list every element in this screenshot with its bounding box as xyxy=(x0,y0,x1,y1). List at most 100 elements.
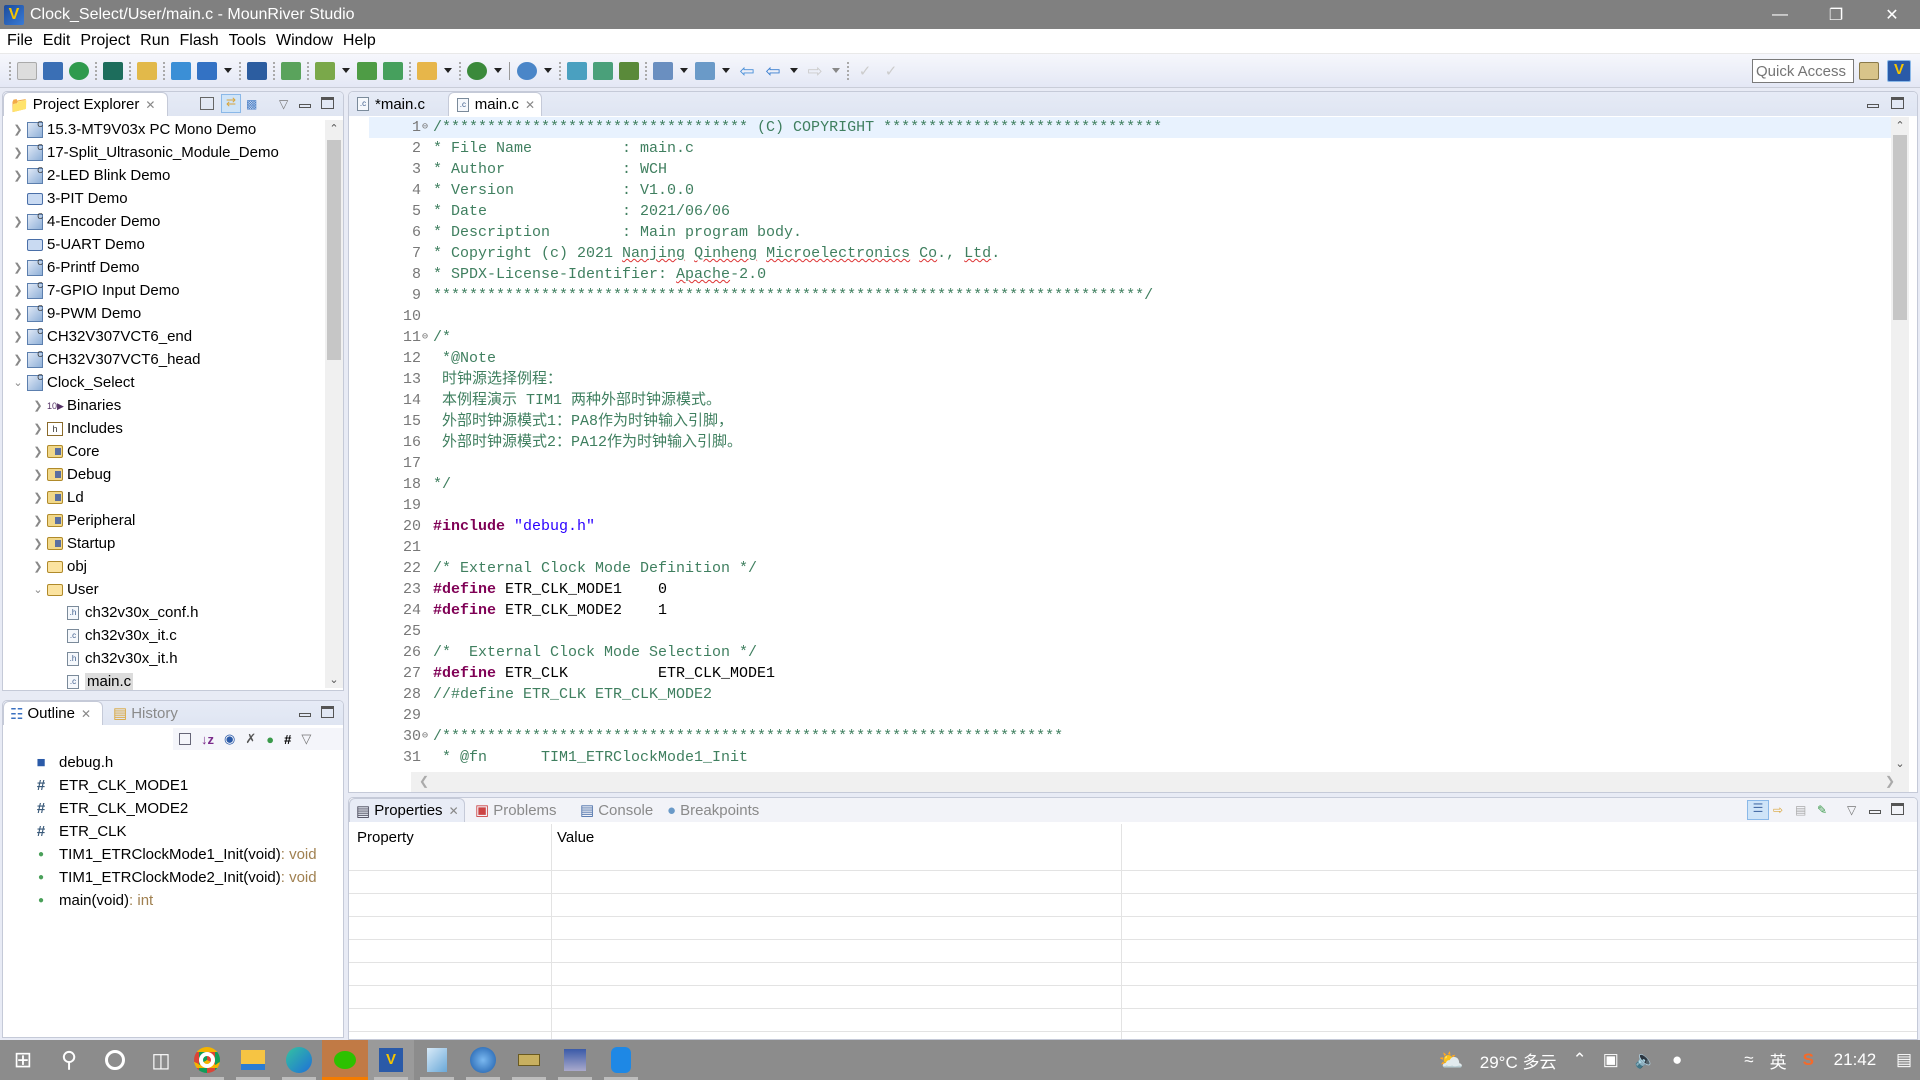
volume-icon[interactable]: 🔈 xyxy=(1635,1050,1656,1070)
chevron-right-icon[interactable]: ❯ xyxy=(31,468,45,481)
scroll-up-icon[interactable]: ⌃ xyxy=(325,122,343,135)
outline-item[interactable]: ■ debug.h xyxy=(33,751,113,774)
code-line[interactable]: 2 * File Name : main.c xyxy=(369,138,1891,159)
search-button[interactable]: ⚲ xyxy=(46,1040,92,1080)
taskbar-serial-tool[interactable] xyxy=(506,1040,552,1080)
menu-window[interactable]: Window xyxy=(276,32,333,50)
chevron-right-icon[interactable]: ❯ xyxy=(11,307,25,320)
scrollbar-thumb[interactable] xyxy=(327,140,341,360)
mounriver-perspective-icon[interactable]: V xyxy=(1887,60,1911,82)
maximize-view-icon[interactable] xyxy=(321,706,334,721)
tree-item[interactable]: ❯ Debug xyxy=(31,463,111,486)
editor-horizontal-scrollbar[interactable]: ❮ ❯ xyxy=(411,772,1909,792)
code-line[interactable]: 17 xyxy=(369,453,1891,474)
code-line[interactable]: 20 #include "debug.h" xyxy=(369,516,1891,537)
taskbar-notepad[interactable] xyxy=(414,1040,460,1080)
tree-item[interactable]: ❯ 4-Encoder Demo xyxy=(11,210,160,233)
editor-vertical-scrollbar[interactable]: ⌃ ⌄ xyxy=(1891,117,1909,772)
code-line[interactable]: 7 * Copyright (c) 2021 Nanjing Qinheng Mi… xyxy=(369,243,1891,264)
code-line[interactable]: 14 本例程演示 TIM1 两种外部时钟源模式。 xyxy=(369,390,1891,411)
outline-item[interactable]: ● TIM1_ETRClockMode1_Init(void) : void xyxy=(33,843,317,866)
hide-static-icon[interactable]: ✗ xyxy=(245,731,256,747)
build-all-icon[interactable] xyxy=(357,61,377,80)
tree-item[interactable]: ❯ 17-Split_Ultrasonic_Module_Demo xyxy=(11,141,278,164)
dropdown-arrow-icon[interactable] xyxy=(342,68,350,73)
previous-annotation-icon[interactable] xyxy=(695,61,715,80)
code-line[interactable]: 4 * Version : V1.0.0 xyxy=(369,180,1891,201)
ime-indicator[interactable]: 英 xyxy=(1770,1048,1787,1073)
code-line[interactable]: 1 ⊖ /********************************** (C… xyxy=(369,117,1891,138)
sort-icon[interactable]: ↓z xyxy=(201,732,214,747)
fold-toggle-icon[interactable]: ⊖ xyxy=(422,327,428,348)
menu-flash[interactable]: Flash xyxy=(180,32,219,50)
tree-item[interactable]: 5-UART Demo xyxy=(11,233,145,256)
help-doc-icon[interactable] xyxy=(137,61,157,80)
code-line[interactable]: 15 外部时钟源模式1：PA8作为时钟输入引脚， xyxy=(369,411,1891,432)
code-line[interactable]: 21 xyxy=(369,537,1891,558)
menu-tools[interactable]: Tools xyxy=(229,32,266,50)
unpin-icon[interactable]: ✓ xyxy=(881,62,901,80)
tree-item[interactable]: ❯ Ld xyxy=(31,486,83,509)
fold-toggle-icon[interactable]: ⊖ xyxy=(422,726,428,747)
taskbar-network-tool[interactable] xyxy=(552,1040,598,1080)
minimize-view-icon[interactable] xyxy=(299,706,311,720)
maximize-view-icon[interactable] xyxy=(321,97,334,112)
menu-project[interactable]: Project xyxy=(80,32,130,50)
taskbar-globe-app[interactable] xyxy=(460,1040,506,1080)
tree-item[interactable]: ❯ 10▶ Binaries xyxy=(31,394,121,417)
scrollbar-thumb[interactable] xyxy=(1893,135,1907,320)
serial-monitor-icon[interactable] xyxy=(281,61,301,80)
dropdown-arrow-icon[interactable] xyxy=(722,68,730,73)
windows-update-icon[interactable]: ▣ xyxy=(1603,1050,1619,1070)
clock[interactable]: 21:42 xyxy=(1830,1050,1880,1070)
column-header-property[interactable]: Property xyxy=(357,829,414,846)
code-line[interactable]: 25 xyxy=(369,621,1891,642)
tree-item[interactable]: ❯ CH32V307VCT6_end xyxy=(11,325,192,348)
column-divider[interactable] xyxy=(551,824,552,1039)
chevron-right-icon[interactable]: ❯ xyxy=(11,261,25,274)
dropdown-arrow-icon[interactable] xyxy=(832,68,840,73)
toggle-comment-icon[interactable] xyxy=(619,61,639,80)
view-menu-icon[interactable]: ▽ xyxy=(301,731,311,747)
cortana-button[interactable] xyxy=(92,1040,138,1080)
scroll-down-icon[interactable]: ⌄ xyxy=(325,673,343,686)
save-all-icon[interactable] xyxy=(43,61,63,80)
column-header-value[interactable]: Value xyxy=(557,829,594,846)
tree-item[interactable]: ❯ Core xyxy=(31,440,99,463)
code-line[interactable]: 13 时钟源选择例程： xyxy=(369,369,1891,390)
project-explorer-scrollbar[interactable]: ⌃ ⌄ xyxy=(325,120,343,688)
debug-bug-icon[interactable] xyxy=(467,61,487,80)
tree-item[interactable]: ❯ 7-GPIO Input Demo xyxy=(11,279,179,302)
tab-properties[interactable]: ▤ Properties ✕ xyxy=(349,798,465,822)
tab-history[interactable]: ▤ History xyxy=(107,701,184,725)
code-line[interactable]: 8 * SPDX-License-Identifier: Apache-2.0 xyxy=(369,264,1891,285)
filters-icon[interactable]: ▩ xyxy=(246,97,257,111)
show-advanced-icon[interactable]: ⇨ xyxy=(1773,803,1783,817)
outline-item[interactable]: # ETR_CLK_MODE2 xyxy=(33,797,188,820)
dropdown-arrow-icon[interactable] xyxy=(790,68,798,73)
chevron-right-icon[interactable]: ❯ xyxy=(11,146,25,159)
chevron-down-icon[interactable]: ⌄ xyxy=(11,376,25,389)
code-line[interactable]: 27 #define ETR_CLK ETR_CLK_MODE1 xyxy=(369,663,1891,684)
chevron-right-icon[interactable]: ❯ xyxy=(31,399,45,412)
tab-main-c[interactable]: .c main.c ✕ xyxy=(448,92,542,116)
tree-item[interactable]: ❯ 6-Printf Demo xyxy=(11,256,139,279)
dropdown-arrow-icon[interactable] xyxy=(444,68,452,73)
chevron-right-icon[interactable]: ❯ xyxy=(11,353,25,366)
outline-item[interactable]: ● TIM1_ETRClockMode2_Init(void) : void xyxy=(33,866,317,889)
scroll-right-icon[interactable]: ❯ xyxy=(1885,774,1895,788)
taskbar-mounriver[interactable]: V xyxy=(368,1040,414,1080)
code-line[interactable]: 23 #define ETR_CLK_MODE1 0 xyxy=(369,579,1891,600)
minimize-view-icon[interactable] xyxy=(299,97,311,111)
weather-text[interactable]: 29°C 多云 xyxy=(1480,1048,1557,1073)
qq-icon[interactable]: ● xyxy=(1672,1050,1682,1070)
task-view-button[interactable]: ◫ xyxy=(138,1040,184,1080)
code-line[interactable]: 30 ⊖ /************************************… xyxy=(369,726,1891,747)
start-button[interactable]: ⊞ xyxy=(0,1040,46,1080)
chevron-right-icon[interactable]: ❯ xyxy=(11,215,25,228)
tree-item[interactable]: .h ch32v30x_it.h xyxy=(51,647,178,670)
tab-outline[interactable]: ☷ Outline ✕ xyxy=(3,701,103,725)
last-edit-location-icon[interactable]: ⇦ xyxy=(737,62,757,80)
build-icon[interactable] xyxy=(315,61,335,80)
code-line[interactable]: 31 * @fn TIM1_ETRClockMode1_Init xyxy=(369,747,1891,768)
